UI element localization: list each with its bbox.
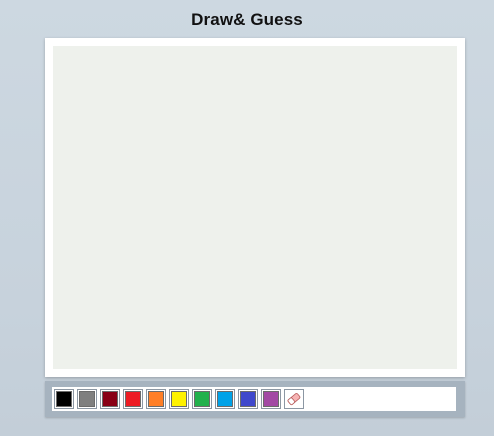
color-swatch-orange[interactable]	[146, 389, 166, 409]
color-swatch-dark-red[interactable]	[100, 389, 120, 409]
color-swatch-indigo[interactable]	[238, 389, 258, 409]
color-swatch-yellow[interactable]	[169, 389, 189, 409]
color-swatch-red[interactable]	[123, 389, 143, 409]
game-title: Draw& Guess	[191, 10, 303, 29]
palette-strip	[52, 387, 456, 411]
drawing-canvas[interactable]	[53, 46, 457, 369]
eraser-icon	[286, 391, 302, 407]
color-swatch-purple[interactable]	[261, 389, 281, 409]
color-toolbar	[45, 381, 465, 417]
color-swatch-black[interactable]	[54, 389, 74, 409]
color-swatch-gray[interactable]	[77, 389, 97, 409]
drawing-board	[45, 38, 465, 377]
color-swatch-blue[interactable]	[215, 389, 235, 409]
eraser-button[interactable]	[284, 389, 304, 409]
color-swatch-green[interactable]	[192, 389, 212, 409]
